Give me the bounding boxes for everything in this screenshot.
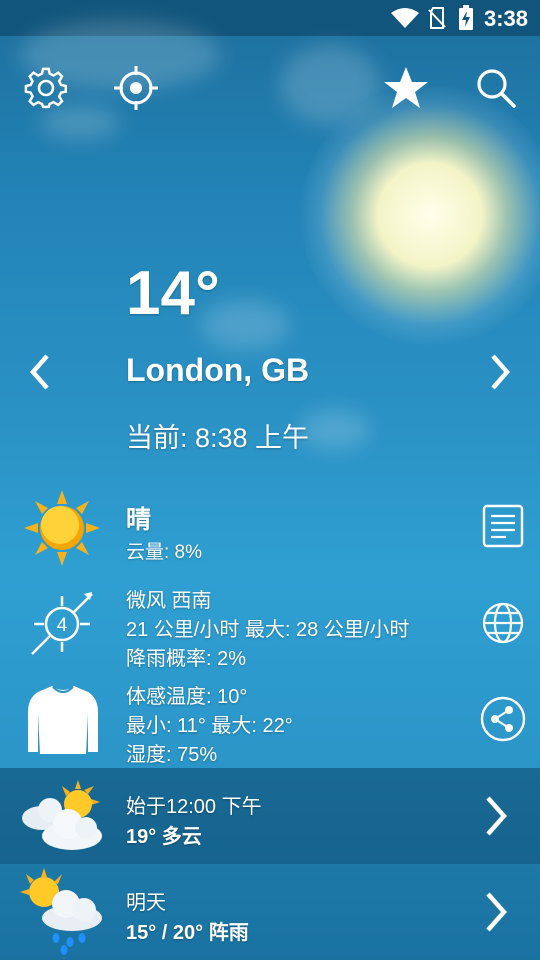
share-icon bbox=[480, 696, 526, 742]
search-button[interactable] bbox=[470, 62, 522, 114]
search-icon bbox=[477, 69, 516, 108]
wind-title: 微风 西南 bbox=[126, 590, 212, 612]
document-icon bbox=[482, 504, 524, 548]
condition-title: 晴 bbox=[126, 506, 152, 534]
next-location-button[interactable] bbox=[474, 346, 526, 398]
battery-charging-icon bbox=[459, 5, 473, 30]
city-name: London, GB bbox=[126, 352, 310, 388]
locate-button[interactable] bbox=[110, 62, 162, 114]
forecast-row-today[interactable]: 始于12:00 下午 19° 多云 bbox=[0, 768, 540, 864]
cloud-decoration bbox=[300, 410, 370, 450]
current-temperature: 14° bbox=[126, 259, 220, 328]
current-time-label: 当前: 8:38 上午 bbox=[126, 423, 310, 453]
no-sim-icon bbox=[428, 7, 446, 29]
feels-like: 体感温度: 10° bbox=[126, 686, 248, 708]
humidity: 湿度: 75% bbox=[126, 744, 218, 766]
forecast-summary: 19° 多云 bbox=[126, 826, 202, 848]
globe-icon bbox=[482, 602, 524, 644]
settings-button[interactable] bbox=[20, 62, 72, 114]
chevron-right-icon bbox=[486, 892, 508, 932]
cloud-coverage: 云量: 8% bbox=[126, 542, 203, 563]
wind-level: 4 bbox=[57, 615, 68, 636]
wifi-icon bbox=[391, 8, 419, 28]
details-button[interactable] bbox=[477, 500, 529, 552]
sunny-icon bbox=[24, 490, 100, 566]
sweater-icon bbox=[28, 686, 98, 754]
chevron-right-icon bbox=[491, 354, 510, 390]
chevron-right-icon bbox=[486, 796, 508, 836]
star-icon bbox=[384, 67, 428, 108]
rain-probability: 降雨概率: 2% bbox=[126, 648, 247, 670]
forecast-row-tomorrow[interactable]: 明天 15° / 20° 阵雨 bbox=[0, 864, 540, 960]
partly-cloudy-icon bbox=[22, 780, 102, 850]
status-time: 3:38 bbox=[483, 6, 528, 31]
crosshair-icon bbox=[114, 66, 158, 110]
wind-speed: 21 公里/小时 最大: 28 公里/小时 bbox=[126, 619, 410, 641]
wind-compass-icon: 4 bbox=[31, 592, 93, 655]
share-button[interactable] bbox=[477, 693, 529, 745]
favorite-button[interactable] bbox=[380, 62, 432, 114]
min-max-temperature: 最小: 11° 最大: 22° bbox=[126, 715, 293, 737]
rain-showers-icon bbox=[20, 868, 102, 955]
sun-decoration bbox=[300, 85, 540, 345]
prev-location-button[interactable] bbox=[14, 346, 66, 398]
globe-button[interactable] bbox=[477, 597, 529, 649]
gear-icon bbox=[24, 67, 68, 109]
forecast-time-label: 始于12:00 下午 bbox=[126, 796, 262, 818]
forecast-day-label: 明天 bbox=[126, 892, 166, 914]
chevron-left-icon bbox=[30, 354, 49, 390]
forecast-summary: 15° / 20° 阵雨 bbox=[126, 922, 249, 944]
